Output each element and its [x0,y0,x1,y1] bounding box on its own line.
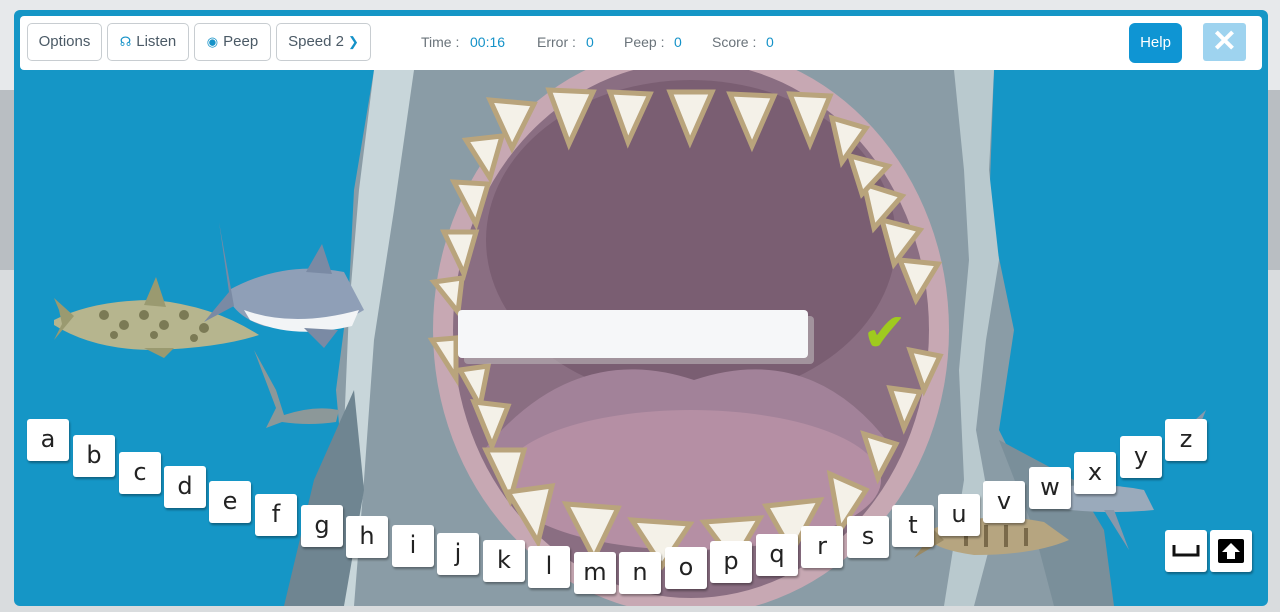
peep-label: Peep [223,33,259,50]
peep-count-label: Peep : [624,34,665,50]
peep-button[interactable]: ◉ Peep [194,23,271,61]
space-key[interactable] [1165,530,1207,572]
game-frame: Options ☊ Listen ◉ Peep Speed 2 ❯ Time : 00… [14,10,1268,606]
key-n[interactable]: n [619,552,661,594]
close-icon: ✕ [1211,25,1238,58]
speed-label: Speed 2 [288,33,344,50]
help-button[interactable]: Help [1129,23,1182,63]
close-button[interactable]: ✕ [1203,23,1246,61]
error-label: Error : [537,34,576,50]
peep-count-value: 0 [674,34,682,50]
key-i[interactable]: i [392,525,434,567]
score-label: Score : [712,34,757,50]
key-c[interactable]: c [119,452,161,494]
shark-scene [54,45,1206,606]
key-s[interactable]: s [847,516,889,558]
key-b[interactable]: b [73,435,115,477]
space-key-icon [1172,545,1200,557]
score-value: 0 [766,34,774,50]
time-value: 00:16 [470,34,506,50]
chevron-down-icon: ❯ [347,34,359,49]
key-k[interactable]: k [483,540,525,582]
toolbar: Options ☊ Listen ◉ Peep Speed 2 ❯ Time : 00… [20,16,1262,70]
speed-dropdown[interactable]: Speed 2 ❯ [276,23,371,61]
key-j[interactable]: j [437,533,479,575]
key-z[interactable]: z [1165,419,1207,461]
key-r[interactable]: r [801,526,843,568]
shift-up-icon [1218,539,1244,563]
key-v[interactable]: v [983,481,1025,523]
time-label: Time : [421,34,460,50]
key-f[interactable]: f [255,494,297,536]
check-icon: ✔ [862,301,908,364]
key-x[interactable]: x [1074,452,1116,494]
eye-icon: ◉ [206,34,219,49]
key-w[interactable]: w [1029,467,1071,509]
key-u[interactable]: u [938,494,980,536]
key-o[interactable]: o [665,547,707,589]
error-value: 0 [586,34,594,50]
key-g[interactable]: g [301,505,343,547]
key-l[interactable]: l [528,546,570,588]
key-m[interactable]: m [574,552,616,594]
shift-key[interactable] [1210,530,1252,572]
headphones-icon: ☊ [119,34,132,49]
key-a[interactable]: a [27,419,69,461]
key-d[interactable]: d [164,466,206,508]
key-p[interactable]: p [710,541,752,583]
key-t[interactable]: t [892,505,934,547]
key-h[interactable]: h [346,516,388,558]
key-y[interactable]: y [1120,436,1162,478]
key-q[interactable]: q [756,534,798,576]
tiger-shark-left [54,277,259,358]
listen-label: Listen [136,33,177,50]
listen-button[interactable]: ☊ Listen [107,23,189,61]
key-e[interactable]: e [209,481,251,523]
answer-box[interactable] [458,310,808,358]
options-button[interactable]: Options [27,23,102,61]
